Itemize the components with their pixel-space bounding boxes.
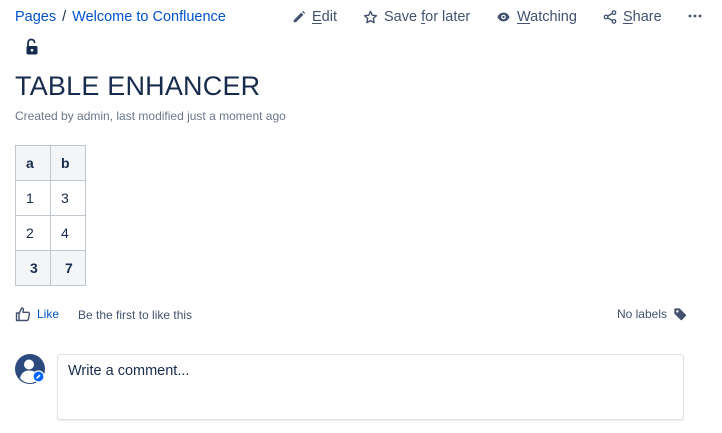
like-hint: Be the first to like this [78, 308, 193, 322]
watching-label: Watching [517, 9, 577, 25]
table-cell: 3 [50, 180, 86, 216]
table-header-row: a b [15, 145, 86, 181]
table-header-cell[interactable]: b [50, 145, 86, 181]
table-total-cell: 7 [50, 250, 86, 286]
share-button[interactable]: Share [603, 8, 662, 26]
page-toolbar: Pages / Welcome to Confluence Edit Save fo… [0, 0, 722, 34]
share-icon [603, 10, 617, 24]
table-header-cell[interactable]: a [15, 145, 51, 181]
data-table: a b 1 3 2 4 3 7 [15, 145, 86, 286]
pencil-icon [293, 10, 306, 23]
share-label: Share [623, 9, 662, 25]
save-for-later-label: Save for later [384, 9, 471, 25]
table-cell: 1 [15, 180, 51, 216]
edit-label: Edit [312, 9, 337, 25]
eye-icon [497, 12, 510, 22]
table-total-cell: 3 [15, 250, 51, 286]
restrictions-button[interactable] [24, 38, 40, 56]
save-for-later-button[interactable]: Save for later [363, 8, 470, 26]
star-icon [363, 10, 378, 23]
table-cell: 2 [15, 215, 51, 251]
user-avatar [15, 354, 45, 384]
page-title: TABLE ENHANCER [15, 71, 261, 101]
thumbs-up-icon [15, 307, 31, 322]
more-actions-button[interactable] [687, 6, 709, 24]
page-metadata-row: Like Be the first to like this No labels [15, 306, 687, 324]
breadcrumb-pages-link[interactable]: Pages [15, 9, 56, 25]
breadcrumb-parent-link[interactable]: Welcome to Confluence [72, 9, 226, 25]
breadcrumb-separator: / [62, 9, 67, 25]
table-cell: 4 [50, 215, 86, 251]
more-icon [688, 14, 702, 18]
labels-section[interactable]: No labels [617, 307, 687, 321]
watching-button[interactable]: Watching [496, 8, 577, 26]
unlock-icon [26, 38, 38, 55]
like-button[interactable]: Like [15, 306, 59, 322]
tag-icon [674, 308, 687, 321]
table-row: 1 3 [15, 180, 86, 216]
page-byline: Created by admin, last modified just a m… [15, 109, 286, 123]
labels-text: No labels [616, 307, 667, 321]
breadcrumb: Pages / Welcome to Confluence [15, 8, 226, 26]
table-row: 2 4 [15, 215, 86, 251]
user-avatar-icon [15, 354, 45, 384]
like-label: Like [37, 307, 60, 321]
table-total-row: 3 7 [15, 250, 86, 286]
edit-button[interactable]: Edit [292, 8, 337, 26]
comment-input[interactable]: Write a comment... [57, 354, 684, 420]
